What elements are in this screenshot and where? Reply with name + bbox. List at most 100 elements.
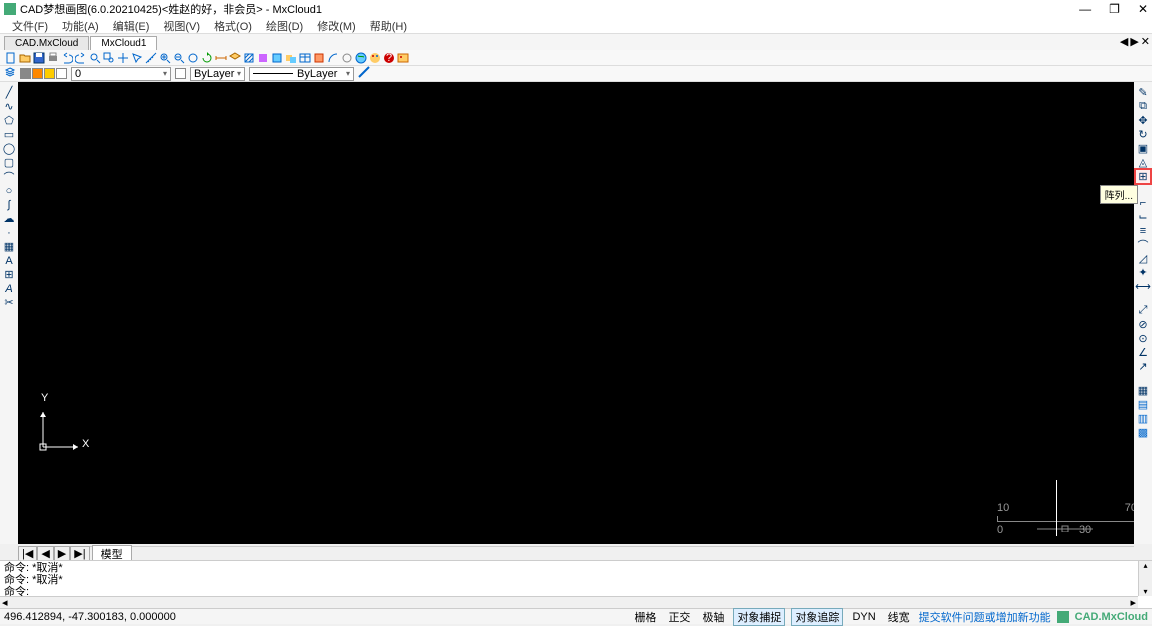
mtext-icon[interactable]: ⊞	[2, 268, 16, 281]
dim-aligned-icon[interactable]: ⤢	[1136, 304, 1150, 317]
sheet-prev-button[interactable]: ◀	[37, 546, 53, 561]
extend-icon[interactable]: ⌙	[1136, 210, 1150, 223]
offset-icon[interactable]: ≡	[1136, 224, 1150, 237]
brand-label[interactable]: CAD.MxCloud	[1075, 611, 1148, 623]
crop-icon[interactable]: ✂	[2, 296, 16, 309]
save-icon[interactable]	[32, 51, 45, 64]
erase-icon[interactable]: ✎	[1136, 86, 1150, 99]
swatch-4[interactable]	[56, 68, 67, 79]
gradient-icon[interactable]	[256, 51, 269, 64]
scale-icon[interactable]: ◬	[1136, 156, 1150, 169]
box-icon[interactable]: ▢	[2, 156, 16, 169]
line-icon[interactable]: ╱	[2, 86, 16, 99]
layer-icon[interactable]	[228, 51, 241, 64]
color-combo[interactable]: ByLayer	[190, 67, 245, 81]
select-icon[interactable]	[130, 51, 143, 64]
dim-radius-icon[interactable]: ⊘	[1136, 318, 1150, 331]
polyline-icon[interactable]: ∿	[2, 100, 16, 113]
move-icon[interactable]: ✥	[1136, 114, 1150, 127]
pan-icon[interactable]	[116, 51, 129, 64]
dimension-icon[interactable]	[214, 51, 227, 64]
block-icon[interactable]	[270, 51, 283, 64]
mode-osnap[interactable]: 对象捕捉	[733, 608, 785, 626]
refresh-icon[interactable]	[200, 51, 213, 64]
palette-icon[interactable]	[368, 51, 381, 64]
sheet-next-button[interactable]: ▶	[54, 546, 70, 561]
zoom-all-icon[interactable]	[186, 51, 199, 64]
mode-polar[interactable]: 极轴	[699, 609, 727, 625]
close-button[interactable]: ✕	[1138, 2, 1148, 16]
earth-icon[interactable]	[354, 51, 367, 64]
mirror-icon[interactable]: ▣	[1136, 142, 1150, 155]
minimize-button[interactable]: —	[1079, 2, 1091, 16]
table-icon[interactable]	[298, 51, 311, 64]
leader-icon[interactable]: ↗	[1136, 360, 1150, 373]
zoom-out-icon[interactable]	[172, 51, 185, 64]
mode-lwt[interactable]: 线宽	[885, 609, 913, 625]
tab-prev-button[interactable]: ◀	[1120, 35, 1128, 48]
italic-a-icon[interactable]: A	[2, 282, 16, 295]
cmd-vscroll[interactable]: ▴▾	[1138, 561, 1152, 596]
measure-icon[interactable]	[144, 51, 157, 64]
spline-icon[interactable]: ∫	[2, 198, 16, 211]
ellipse-icon[interactable]: ◯	[2, 142, 16, 155]
drawing-canvas[interactable]: Y X 1070 030	[18, 82, 1152, 544]
swatch-3[interactable]	[44, 68, 55, 79]
point-icon[interactable]: ·	[2, 226, 16, 239]
text-icon[interactable]: A	[2, 254, 16, 267]
tab-next-button[interactable]: ▶	[1130, 35, 1138, 48]
blue1-icon[interactable]: ▦	[1136, 384, 1150, 397]
tab-cad-mxcloud[interactable]: CAD.MxCloud	[4, 36, 89, 50]
menu-help[interactable]: 帮助(H)	[364, 18, 413, 34]
menu-draw[interactable]: 绘图(D)	[260, 18, 309, 34]
polygon-icon[interactable]: ⬠	[2, 114, 16, 127]
open-icon[interactable]	[18, 51, 31, 64]
circle-icon[interactable]: ○	[2, 184, 16, 197]
cmd-hscroll[interactable]: ◂▸	[0, 596, 1138, 608]
array-icon[interactable]: ⊞	[1136, 170, 1150, 183]
print-icon[interactable]	[46, 51, 59, 64]
fillet-icon[interactable]: ⌒	[1136, 238, 1150, 251]
feedback-link[interactable]: 提交软件问题或增加新功能	[919, 609, 1051, 625]
undo-icon[interactable]	[60, 51, 73, 64]
image-icon[interactable]	[396, 51, 409, 64]
menu-edit[interactable]: 编辑(E)	[107, 18, 156, 34]
layer-combo[interactable]: 0	[71, 67, 171, 81]
mode-ortho[interactable]: 正交	[665, 609, 693, 625]
linetype-icon[interactable]	[358, 66, 370, 81]
layers-icon[interactable]	[4, 66, 16, 81]
menu-file[interactable]: 文件(F)	[6, 18, 54, 34]
menu-modify[interactable]: 修改(M)	[311, 18, 362, 34]
tab-close-button[interactable]: ✕	[1141, 35, 1150, 48]
redo-icon[interactable]	[74, 51, 87, 64]
tool-a-icon[interactable]	[340, 51, 353, 64]
new-icon[interactable]	[4, 51, 17, 64]
explode-icon[interactable]: ✦	[1136, 266, 1150, 279]
maximize-button[interactable]: ❐	[1109, 2, 1120, 16]
command-window[interactable]: 命令: *取消* 命令: *取消* 命令: 命令: *取消* 命令: ▴▾ ◂▸	[0, 560, 1152, 608]
color-preview[interactable]	[175, 68, 186, 79]
tab-mxcloud1[interactable]: MxCloud1	[90, 36, 157, 50]
swatch-1[interactable]	[20, 68, 31, 79]
cloud-icon[interactable]: ☁	[2, 212, 16, 225]
mode-dyn[interactable]: DYN	[849, 611, 878, 623]
mode-otrack[interactable]: 对象追踪	[791, 608, 843, 626]
insert-icon[interactable]	[284, 51, 297, 64]
hatch2-icon[interactable]: ▦	[2, 240, 16, 253]
linetype-combo[interactable]: ByLayer	[249, 67, 354, 81]
trim-icon[interactable]: ⌐	[1136, 196, 1150, 209]
copy-icon[interactable]: ⧉	[1136, 100, 1150, 113]
export-icon[interactable]	[312, 51, 325, 64]
menu-format[interactable]: 格式(O)	[208, 18, 258, 34]
mode-grid[interactable]: 栅格	[631, 609, 659, 625]
dim-angular-icon[interactable]: ∠	[1136, 346, 1150, 359]
blue4-icon[interactable]: ▩	[1136, 426, 1150, 439]
sheet-first-button[interactable]: |◀	[18, 546, 37, 561]
blue2-icon[interactable]: ▤	[1136, 398, 1150, 411]
sheet-last-button[interactable]: ▶|	[70, 546, 89, 561]
chamfer-icon[interactable]: ◿	[1136, 252, 1150, 265]
arc-icon[interactable]: ⌒	[2, 170, 16, 183]
zoom-window-icon[interactable]	[102, 51, 115, 64]
swatch-2[interactable]	[32, 68, 43, 79]
dim-diameter-icon[interactable]: ⊙	[1136, 332, 1150, 345]
